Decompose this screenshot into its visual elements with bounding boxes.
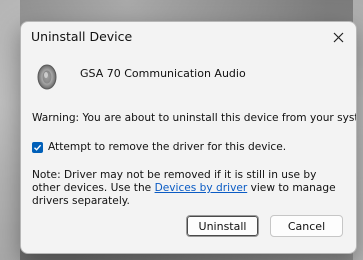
note-text: Note: Driver may not be removed if it is… xyxy=(32,169,342,208)
title-bar: Uninstall Device xyxy=(21,22,356,52)
speaker-icon xyxy=(34,63,58,91)
checkmark-icon xyxy=(34,144,42,151)
remove-driver-checkbox[interactable] xyxy=(32,141,43,153)
devices-by-driver-link[interactable]: Devices by driver xyxy=(155,182,248,194)
remove-driver-label: Attempt to remove the driver for this de… xyxy=(48,141,287,153)
uninstall-button[interactable]: Uninstall xyxy=(186,215,259,237)
dialog-title: Uninstall Device xyxy=(31,29,133,44)
close-button[interactable] xyxy=(327,27,349,47)
device-name: GSA 70 Communication Audio xyxy=(80,67,246,80)
background-window-edge xyxy=(0,0,20,260)
uninstall-device-dialog: Uninstall Device GSA 70 Communication Au… xyxy=(20,21,357,254)
close-icon xyxy=(333,32,343,42)
warning-text: Warning: You are about to uninstall this… xyxy=(32,112,357,124)
cancel-button[interactable]: Cancel xyxy=(270,215,343,237)
remove-driver-option[interactable]: Attempt to remove the driver for this de… xyxy=(32,141,286,153)
